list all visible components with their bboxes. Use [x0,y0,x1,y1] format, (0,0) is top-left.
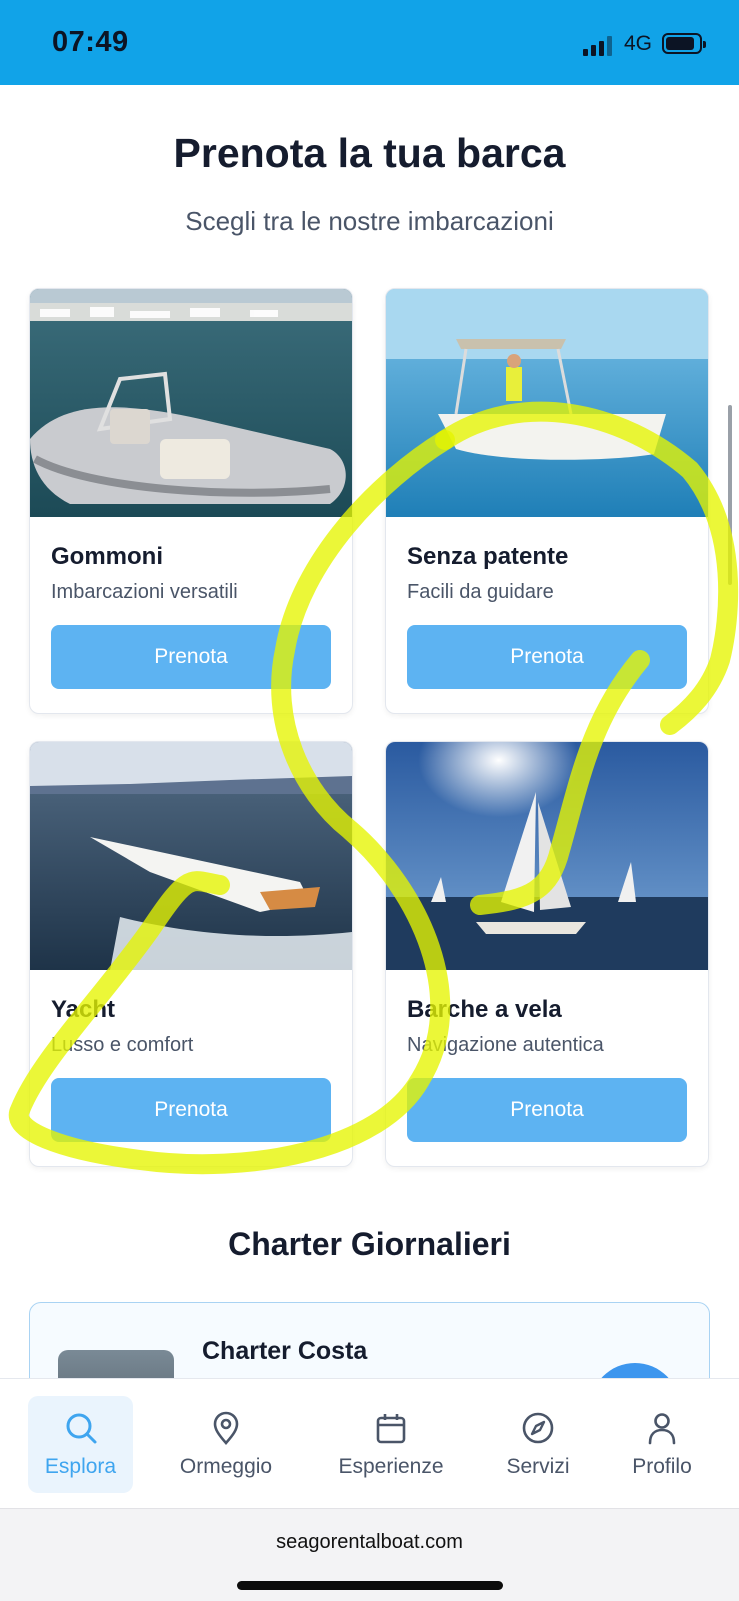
tab-profilo[interactable]: Profilo [612,1396,712,1493]
boat-card-barche-a-vela[interactable]: Barche a vela Navigazione autentica Pren… [385,741,709,1167]
page-title: Prenota la tua barca [173,130,566,176]
bottom-tab-bar: Esplora Ormeggio Esperienze Servizi Prof… [0,1378,739,1509]
tab-ormeggio[interactable]: Ormeggio [165,1396,287,1493]
signal-icon [583,36,615,56]
card-name: Senza patente [407,543,569,570]
tab-label: Ormeggio [179,1455,273,1478]
tab-label: Esplora [44,1455,117,1478]
card-description: Lusso e comfort [51,1034,194,1056]
scrollbar[interactable] [728,405,732,585]
battery-icon [662,33,706,54]
user-icon [648,1413,676,1445]
compass-icon [522,1412,554,1444]
tab-esperienze[interactable]: Esperienze [326,1396,456,1493]
sailboat-photo [386,742,708,970]
yacht-photo [30,742,352,970]
card-description: Facili da guidare [407,581,554,603]
tab-label: Profilo [632,1455,692,1478]
tab-servizi[interactable]: Servizi [490,1396,586,1493]
card-name: Yacht [51,996,116,1023]
card-name: Barche a vela [407,996,562,1023]
browser-url-bar[interactable]: seagorentalboat.com [0,1508,739,1601]
card-name: Gommoni [51,543,163,570]
calendar-icon [376,1414,406,1444]
book-button-gommoni[interactable]: Prenota [51,625,331,689]
network-label: 4G [624,32,653,55]
status-time: 07:49 [52,26,129,58]
boat-card-senza-patente[interactable]: Senza patente Facili da guidare Prenota [385,288,709,714]
book-button-senza-patente[interactable]: Prenota [407,625,687,689]
url-text[interactable]: seagorentalboat.com [0,1531,739,1554]
card-description: Imbarcazioni versatili [51,581,238,603]
tab-label: Esperienze [338,1455,444,1478]
charter-section-title: Charter Giornalieri [228,1226,511,1262]
boat-card-yacht[interactable]: Yacht Lusso e comfort Prenota [29,741,353,1167]
map-pin-icon [213,1411,239,1445]
page-subtitle: Scegli tra le nostre imbarcazioni [185,206,554,236]
status-bar: 07:49 4G [0,0,739,85]
home-indicator[interactable] [237,1581,503,1590]
book-button-yacht[interactable]: Prenota [51,1078,331,1142]
tab-esplora[interactable]: Esplora [28,1396,133,1493]
senza-patente-photo [386,289,708,517]
gommone-photo [30,289,352,517]
search-icon [66,1413,96,1444]
card-description: Navigazione autentica [407,1034,604,1056]
book-button-barche-a-vela[interactable]: Prenota [407,1078,687,1142]
charter-name: Charter Costa [202,1337,368,1365]
boat-card-gommoni[interactable]: Gommoni Imbarcazioni versatili Prenota [29,288,353,714]
tab-label: Servizi [506,1455,570,1478]
